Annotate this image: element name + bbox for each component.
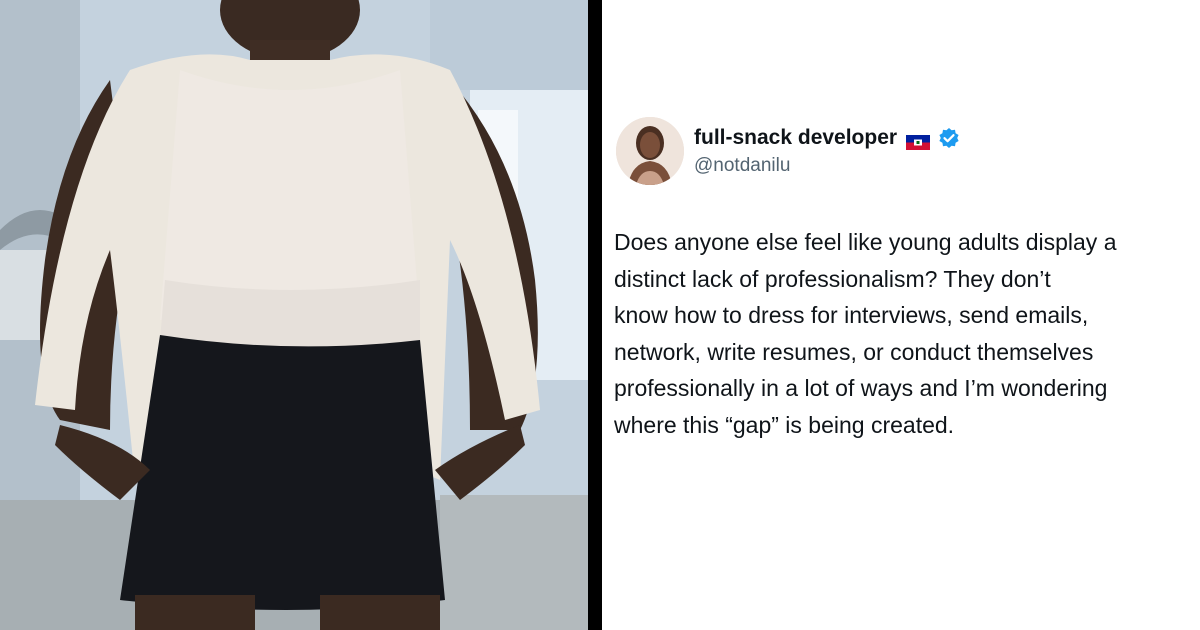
display-name[interactable]: full-snack developer [694,126,960,150]
haiti-flag-icon [906,132,931,150]
tweet-card: full-snack developer @notdanilu Does any… [602,0,1200,630]
panel-divider [588,0,602,630]
display-name-text[interactable]: full-snack developer [694,126,897,150]
outfit-photo [0,0,588,630]
outfit-photo-illustration [0,0,588,630]
tweet-text: Does anyone else feel like young adults … [614,229,1117,438]
avatar-image [616,117,684,185]
user-handle[interactable]: @notdanilu [694,155,790,177]
avatar[interactable] [616,117,684,185]
verified-check-icon [938,127,960,149]
